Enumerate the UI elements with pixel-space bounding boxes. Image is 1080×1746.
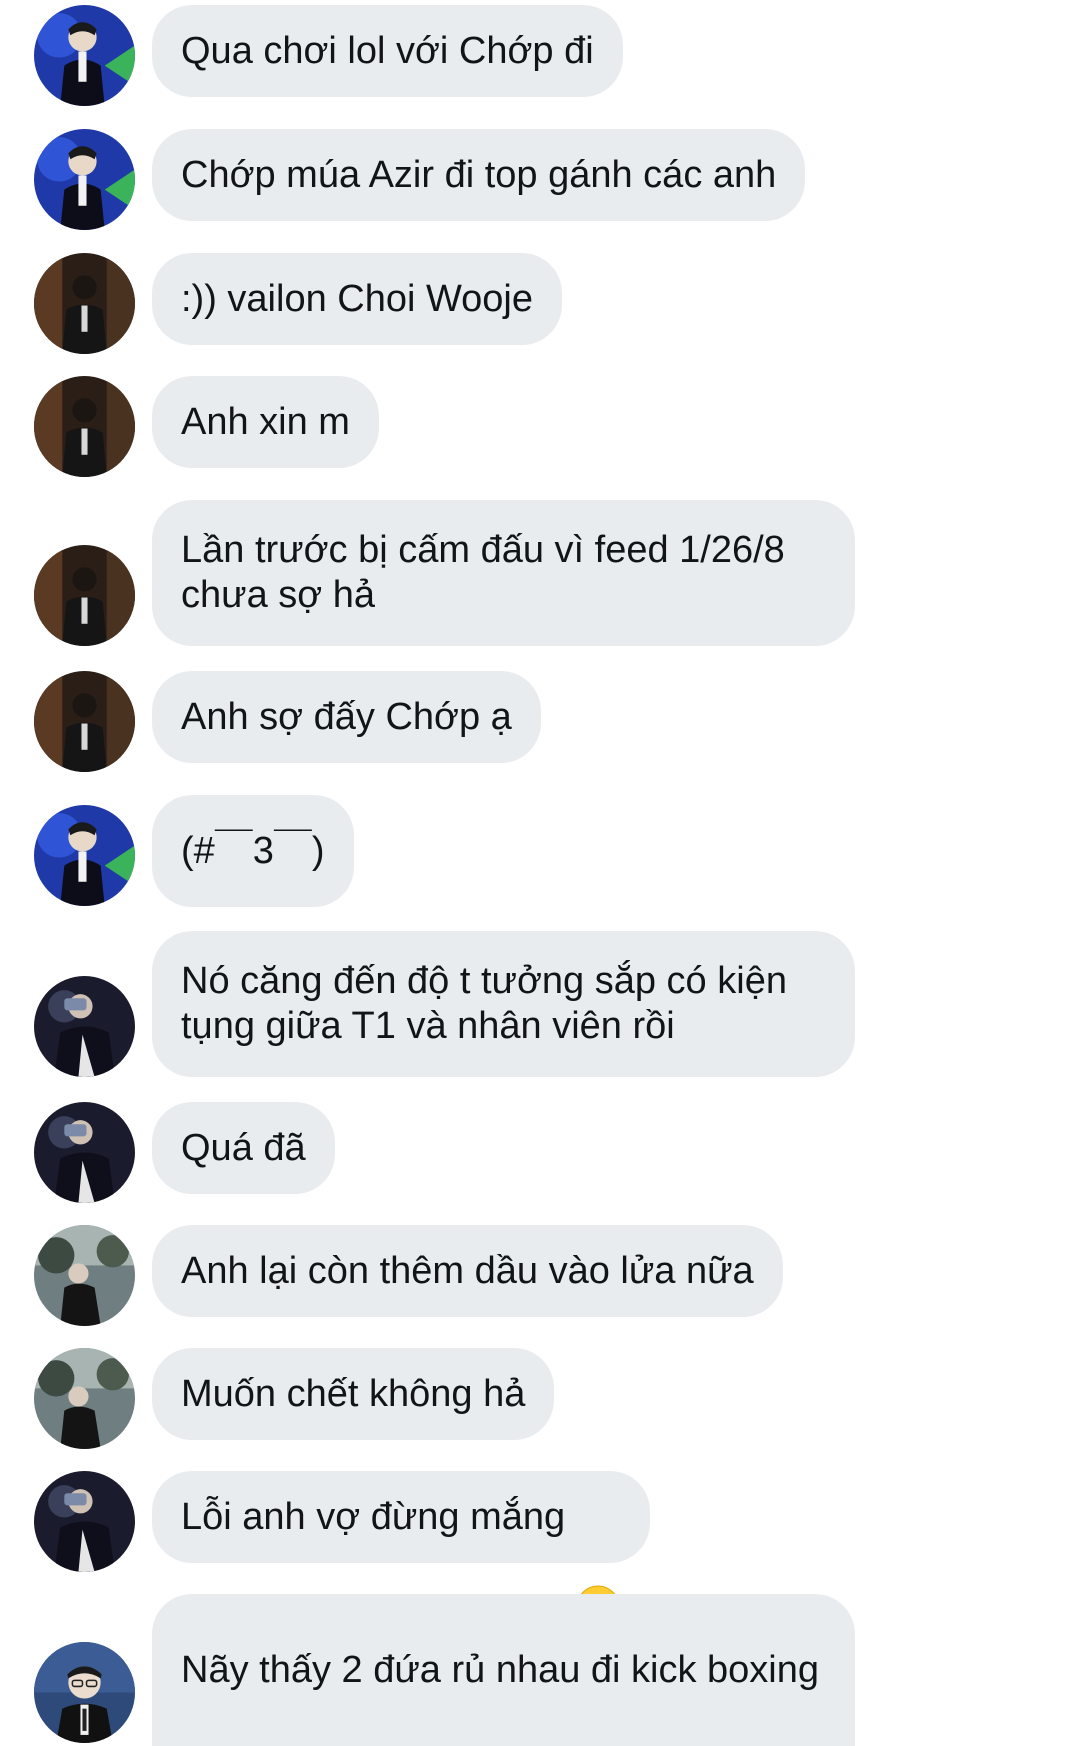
message-row: Qua chơi lol với Chớp đi	[0, 5, 1080, 106]
message-text: Lỗi anh vợ đừng mắng	[181, 1495, 566, 1538]
message-bubble[interactable]: Lỗi anh vợ đừng mắng	[152, 1471, 651, 1629]
message-row: Anh lại còn thêm dầu vào lửa nữa	[0, 1225, 1080, 1326]
avatar-outdoor[interactable]	[34, 1348, 135, 1449]
message-bubble[interactable]: Anh sợ đấy Chớp ạ	[152, 671, 541, 763]
avatar-suit-dark[interactable]	[34, 376, 135, 477]
message-row: Anh xin m	[0, 376, 1080, 477]
avatar-drinking[interactable]	[34, 976, 135, 1077]
message-bubble[interactable]: Anh lại còn thêm dầu vào lửa nữa	[152, 1225, 783, 1317]
message-row: Nãy thấy 2 đứa rủ nhau đi kick boxing	[0, 1594, 1080, 1746]
message-bubble[interactable]: Muốn chết không hả	[152, 1348, 555, 1440]
message-row: Nó căng đến độ t tưởng sắp có kiện tụng …	[0, 931, 1080, 1077]
avatar-glasses[interactable]	[34, 1642, 135, 1743]
message-row: :)) vailon Choi Wooje	[0, 253, 1080, 354]
avatar-drinking[interactable]	[34, 1102, 135, 1203]
avatar-performer[interactable]	[34, 5, 135, 106]
message-row: Muốn chết không hả	[0, 1348, 1080, 1449]
avatar-performer[interactable]	[34, 129, 135, 230]
message-row: Anh sợ đấy Chớp ạ	[0, 671, 1080, 772]
avatar-suit-dark[interactable]	[34, 545, 135, 646]
message-bubble[interactable]: Lần trước bị cấm đấu vì feed 1/26/8 chưa…	[152, 500, 855, 646]
message-row: Lần trước bị cấm đấu vì feed 1/26/8 chưa…	[0, 500, 1080, 646]
avatar-performer[interactable]	[34, 805, 135, 906]
message-bubble[interactable]: Quá đã	[152, 1102, 335, 1194]
message-bubble[interactable]: (#￣3￣)	[152, 795, 354, 907]
message-row: Lỗi anh vợ đừng mắng	[0, 1471, 1080, 1629]
message-bubble[interactable]: Anh xin m	[152, 376, 379, 468]
avatar-suit-dark[interactable]	[34, 671, 135, 772]
avatar-outdoor[interactable]	[34, 1225, 135, 1326]
message-row: Quá đã	[0, 1102, 1080, 1203]
crying-face-emoji-icon	[575, 1494, 621, 1629]
message-row: Chớp múa Azir đi top gánh các anh	[0, 129, 1080, 230]
avatar-drinking[interactable]	[34, 1471, 135, 1572]
message-row: (#￣3￣)	[0, 795, 1080, 907]
avatar-suit-dark[interactable]	[34, 253, 135, 354]
message-bubble[interactable]: Nãy thấy 2 đứa rủ nhau đi kick boxing	[152, 1594, 855, 1746]
message-bubble[interactable]: Qua chơi lol với Chớp đi	[152, 5, 623, 97]
message-bubble[interactable]: Nó căng đến độ t tưởng sắp có kiện tụng …	[152, 931, 855, 1077]
message-bubble[interactable]: Chớp múa Azir đi top gánh các anh	[152, 129, 806, 221]
message-bubble[interactable]: :)) vailon Choi Wooje	[152, 253, 563, 345]
